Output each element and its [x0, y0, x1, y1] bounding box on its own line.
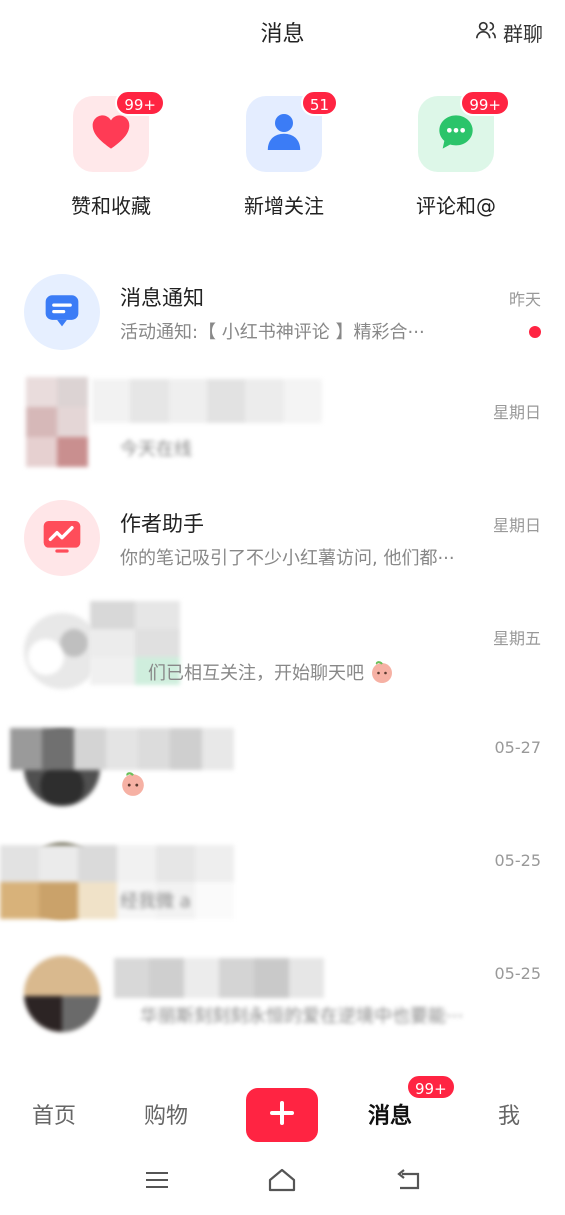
- comment-label: 评论和@: [416, 194, 496, 218]
- follow-tile-box[interactable]: 51: [246, 90, 338, 172]
- trend-chart-icon: [42, 519, 82, 557]
- list-item[interactable]: 作者助手 你的笔记吸引了不少小红薯访问, 他们都··· 星期日: [0, 488, 565, 601]
- conversation-preview: [120, 772, 146, 801]
- peach-emoji-icon: [120, 772, 146, 801]
- likes-badge: 99+: [115, 90, 165, 116]
- redacted-name: [0, 845, 234, 919]
- avatar: [24, 956, 100, 1032]
- bottom-nav: 首页 购物 消息 99+ 我: [0, 1074, 565, 1150]
- follow-badge: 51: [300, 90, 338, 116]
- follow-label: 新增关注: [244, 194, 324, 218]
- redacted-name: [114, 958, 324, 998]
- avatar: [24, 613, 100, 689]
- conversation-name: 消息通知: [120, 286, 204, 310]
- notification-tiles: 99+ 赞和收藏 51 新增关注 99+ 评论和@: [0, 90, 565, 226]
- avatar: [24, 500, 100, 576]
- comment-tile-box[interactable]: 99+: [418, 90, 510, 172]
- tile-new-followers[interactable]: 51 新增关注: [209, 90, 359, 219]
- tile-likes-favorites[interactable]: 99+ 赞和收藏: [36, 90, 186, 219]
- conversation-time: 05-27: [494, 738, 542, 757]
- create-post-button[interactable]: [246, 1088, 318, 1142]
- conversation-time: 昨天: [508, 290, 541, 309]
- heart-icon: [91, 113, 131, 155]
- chat-bubble-icon: [436, 112, 476, 156]
- comment-badge: 99+: [460, 90, 510, 116]
- conversation-preview: 华丽斯刻刻刻永恒的爱在逆境中也要能···: [140, 1006, 464, 1027]
- likes-tile-box[interactable]: 99+: [73, 90, 165, 172]
- conversation-time: 星期五: [492, 629, 541, 648]
- conversation-preview: 经我微 a: [120, 891, 191, 912]
- system-nav-bar: [0, 1150, 565, 1212]
- menu-icon[interactable]: [143, 1166, 171, 1198]
- messages-nav-badge: 99+: [406, 1074, 456, 1100]
- list-item[interactable]: 05-27: [0, 714, 565, 827]
- unread-dot: [529, 326, 541, 338]
- person-outline-icon: [475, 19, 497, 46]
- header: 消息 群聊: [0, 0, 565, 64]
- list-item[interactable]: 消息通知 活动通知:【 小红书神评论 】精彩合··· 昨天: [0, 262, 565, 375]
- list-item[interactable]: 今天在线 星期日: [0, 375, 565, 488]
- list-item[interactable]: 经我微 a 05-25: [0, 827, 565, 940]
- person-icon: [266, 112, 302, 156]
- conversation-name: 作者助手: [120, 512, 204, 536]
- conversation-time: 星期日: [492, 403, 541, 422]
- nav-messages[interactable]: 消息: [368, 1098, 412, 1130]
- back-icon[interactable]: [394, 1166, 424, 1198]
- avatar: [24, 274, 100, 350]
- conversation-preview: 活动通知:【 小红书神评论 】精彩合···: [120, 322, 425, 343]
- conversation-time: 星期日: [492, 516, 541, 535]
- notification-icon: [42, 292, 82, 332]
- conversation-time: 05-25: [494, 964, 542, 983]
- tile-comments-mentions[interactable]: 99+ 评论和@: [381, 90, 531, 219]
- conversation-preview: 你的笔记吸引了不少小红薯访问, 他们都···: [120, 548, 455, 569]
- avatar: [26, 377, 88, 467]
- nav-shop[interactable]: 购物: [144, 1098, 188, 1130]
- plus-icon: [267, 1098, 297, 1132]
- conversation-time: 05-25: [494, 851, 542, 870]
- conversation-preview: 今天在线: [120, 439, 192, 460]
- group-chat-label: 群聊: [503, 22, 543, 46]
- home-icon[interactable]: [266, 1166, 298, 1198]
- nav-me[interactable]: 我: [498, 1098, 520, 1130]
- redacted-name: [10, 728, 234, 770]
- conversation-preview: 们已相互关注，开始聊天吧: [148, 659, 394, 688]
- likes-label: 赞和收藏: [71, 194, 151, 218]
- nav-home[interactable]: 首页: [32, 1098, 76, 1130]
- group-chat-button[interactable]: 群聊: [475, 18, 543, 47]
- list-item[interactable]: 华丽斯刻刻刻永恒的爱在逆境中也要能··· 05-25: [0, 940, 565, 1053]
- peach-emoji-icon: [370, 660, 394, 688]
- redacted-name: [92, 379, 322, 423]
- list-item[interactable]: 们已相互关注，开始聊天吧 星期五: [0, 601, 565, 714]
